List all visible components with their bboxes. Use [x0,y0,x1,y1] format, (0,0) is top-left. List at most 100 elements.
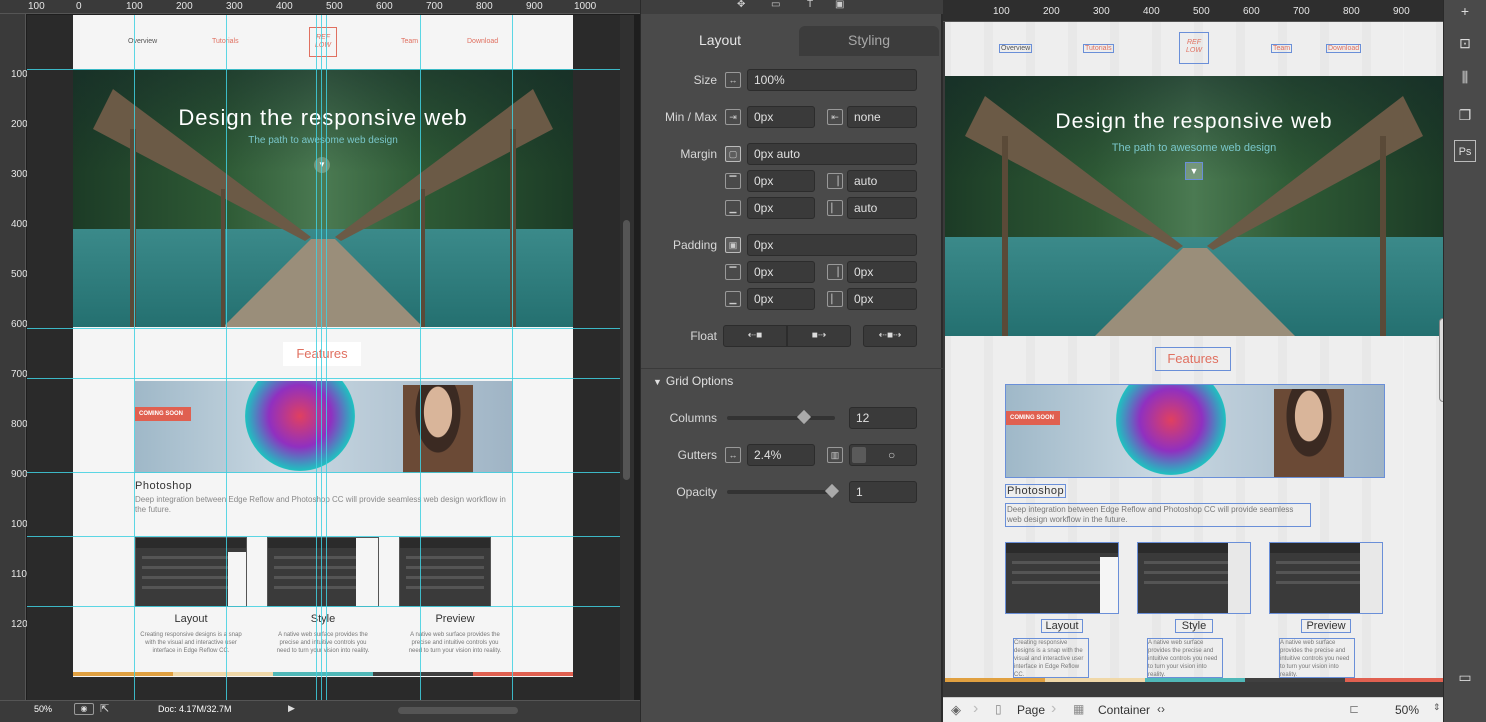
padding-left-input[interactable]: 0px [847,288,917,310]
ruler-label: 200 [1043,6,1060,17]
add-icon[interactable]: + [1454,0,1476,22]
max-width-input[interactable]: none [847,106,917,128]
ruler-label: 800 [1343,6,1360,17]
margin-all-icon[interactable]: ▢ [725,146,741,162]
float-none-icon[interactable]: ⇠■⇢ [863,325,917,347]
zoom-level[interactable]: 50% [34,704,52,714]
share-icon[interactable]: ⇱ [100,702,109,715]
collapse-arrow-icon[interactable]: ▼ [653,377,662,387]
margin-left-input[interactable]: auto [847,197,917,219]
guide-line[interactable] [27,536,620,537]
ruler-toggle-icon[interactable]: ⊏ [1349,702,1359,716]
nav-team[interactable]: Team [401,38,418,45]
tab-layout[interactable]: Layout [645,26,795,56]
image-tool-icon[interactable]: ▣ [835,0,844,10]
guide-line[interactable] [134,15,135,700]
style-screenshot [1137,542,1251,614]
margin-all-input[interactable]: 0px auto [747,143,917,165]
nav-overview[interactable]: Overview [128,38,157,45]
padding-right-input[interactable]: 0px [847,261,917,283]
margin-bottom-input[interactable]: 0px [747,197,815,219]
margin-top-input[interactable]: 0px [747,170,815,192]
gutter-unit-toggle[interactable]: ○ [849,444,917,466]
padding-all-input[interactable]: 0px [747,234,917,256]
vertical-scrollbar[interactable] [620,15,634,700]
float-left-icon[interactable]: ⇠■ [723,325,787,347]
nav-overview[interactable]: Overview [999,44,1033,53]
horizontal-ruler: 100 0 100 200 300 400 500 600 700 800 90… [0,0,640,14]
size-input[interactable]: 100% [747,69,917,91]
nav-tutorials[interactable]: Tutorials [1083,44,1114,53]
toggle-square-icon[interactable] [852,447,866,463]
ruler-label: 600 [11,319,28,330]
min-width-input[interactable]: 0px [747,106,815,128]
padding-top-input[interactable]: 0px [747,261,815,283]
padding-left-icon: ▏ [827,291,843,307]
ruler-label: 100 [993,6,1010,17]
preview-icon[interactable]: ⊡ [1454,32,1476,54]
tab-styling[interactable]: Styling [799,26,939,56]
guide-line[interactable] [512,15,513,700]
opacity-slider[interactable] [727,483,840,499]
gutters-input[interactable]: 2.4% [747,444,815,466]
footer-color-bar [945,678,1045,682]
columns-input[interactable]: 12 [849,407,917,429]
hero-subtitle: The path to awesome web design [1111,142,1277,154]
guide-line[interactable] [27,472,620,473]
scrollbar-thumb[interactable] [623,220,630,480]
columns-slider[interactable] [727,409,835,425]
guide-line[interactable] [321,15,322,700]
margin-right-input[interactable]: auto [847,170,917,192]
box-tool-icon[interactable]: ▭ [771,0,780,10]
zoom-level[interactable]: 50% [1395,703,1419,717]
guide-line[interactable] [27,378,620,379]
guide-line[interactable] [27,606,620,607]
logo[interactable]: REF LOW [309,27,337,57]
nav-team[interactable]: Team [1271,44,1293,53]
layers-icon[interactable]: ◈ [951,702,961,718]
zoom-stepper-icon[interactable]: ⇕ [1433,702,1441,713]
features-label: Features [283,342,361,366]
float-right-icon[interactable]: ■⇢ [787,325,851,347]
comment-icon[interactable]: ▭ [1454,666,1476,688]
guide-line[interactable] [326,15,327,700]
padding-all-icon[interactable]: ▣ [725,237,741,253]
guide-line[interactable] [420,15,421,700]
code-toggle-icon[interactable]: ‹› [1157,702,1165,716]
opacity-input[interactable]: 1 [849,481,917,503]
library-icon[interactable]: ⫼ [1454,66,1476,88]
ruler-label: 400 [11,219,28,230]
grid-options-header[interactable]: ▼ Grid Options [641,368,943,392]
logo[interactable]: REF LOW [1179,32,1209,64]
text-tool-icon[interactable]: T [807,0,813,10]
breadcrumb-container[interactable]: Container [1098,703,1150,717]
breadcrumb-page[interactable]: Page [1017,703,1045,717]
guide-line[interactable] [226,15,227,700]
status-menu-arrow-icon[interactable]: ▶ [288,703,295,714]
guide-line[interactable] [316,15,317,700]
slider-knob[interactable] [796,409,812,425]
size-label: Size [693,73,717,87]
width-icon: ↔ [725,72,741,88]
ruler-label: 300 [11,169,28,180]
reflow-page[interactable]: Overview Tutorials REF LOW Team Download… [945,22,1443,682]
horizontal-scrollbar-thumb[interactable] [398,707,518,714]
ruler-label: 500 [11,269,28,280]
nav-download[interactable]: Download [467,38,498,45]
photoshop-heading: Photoshop [135,480,193,492]
padding-bottom-input[interactable]: 0px [747,288,815,310]
move-tool-icon[interactable]: ✥ [737,0,745,10]
grid-columns-icon: ▥ [827,447,843,463]
guide-line[interactable] [27,328,620,329]
proof-icon[interactable]: ◉ [74,703,94,715]
ruler-label: 1000 [574,1,597,12]
toggle-circle-icon[interactable]: ○ [888,445,895,465]
scroll-down-icon[interactable]: ▼ [1185,162,1203,180]
photoshop-icon[interactable]: Ps [1454,140,1476,162]
column-desc-style: A native web surface provides the precis… [1147,638,1223,678]
slider-knob[interactable] [824,483,840,499]
document-page[interactable]: Overview Tutorials REF LOW Team Download… [73,15,573,677]
guide-line[interactable] [27,69,620,70]
nav-download[interactable]: Download [1326,44,1362,53]
copy-icon[interactable]: ❐ [1454,104,1476,126]
